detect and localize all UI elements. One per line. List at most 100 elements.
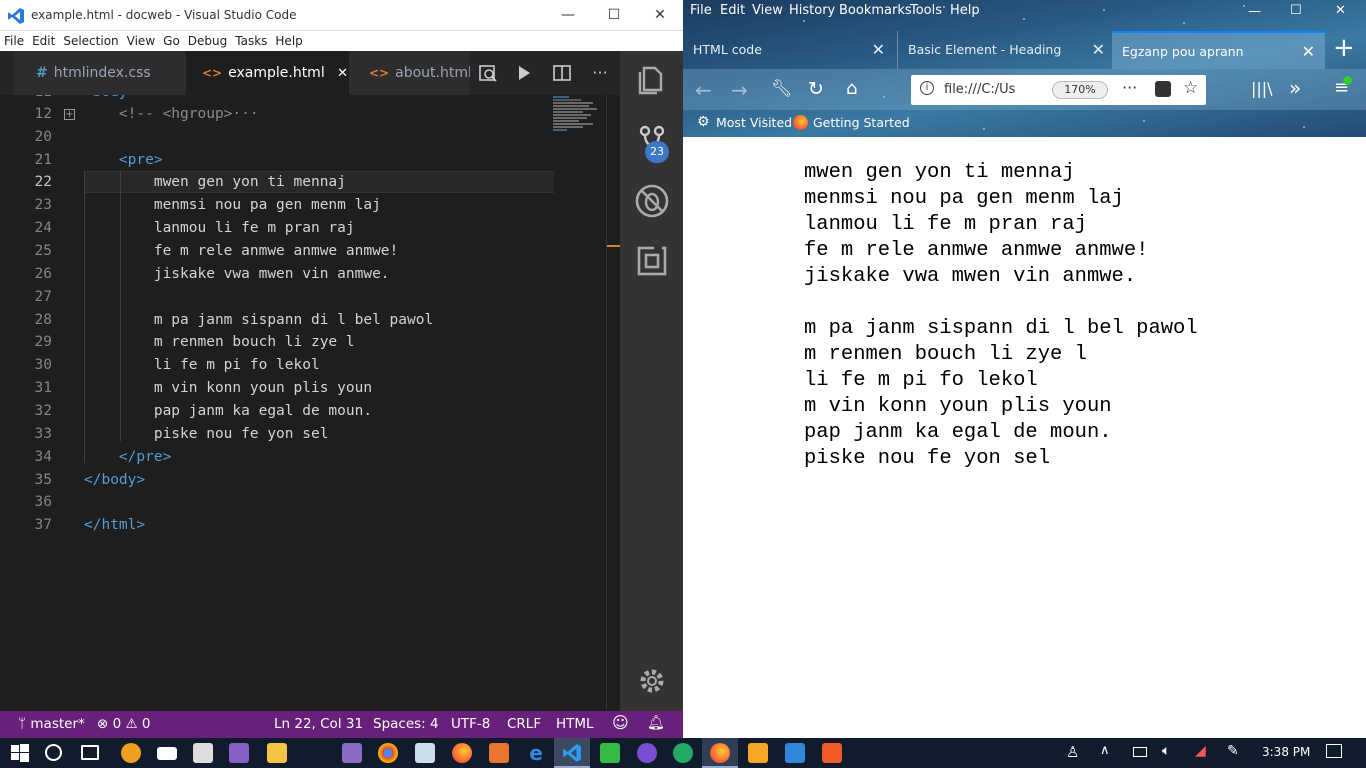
wrench-icon[interactable]: 🔧︎ <box>771 79 793 99</box>
menu-debug[interactable]: Debug <box>184 31 231 51</box>
home-icon[interactable]: ⌂ <box>846 78 857 99</box>
tab-about-html[interactable]: <> about.html <box>349 51 470 95</box>
extensions-icon[interactable] <box>632 241 672 281</box>
url-text[interactable]: file:///C:/Us <box>944 82 1015 97</box>
code-editor[interactable]: + 11 12 20 21 22 23 24 25 26 27 28 29 30… <box>0 95 620 710</box>
file-explorer-icon[interactable] <box>267 743 287 763</box>
windows-start-icon[interactable] <box>10 743 30 763</box>
vscode-taskbar-icon[interactable] <box>562 743 582 763</box>
system-clock[interactable]: 3:38 PM <box>1262 745 1310 759</box>
tab-close-icon[interactable]: ✕ <box>872 31 885 69</box>
indentation-status[interactable]: Spaces: 4 <box>373 716 439 732</box>
more-actions-icon[interactable]: ··· <box>590 63 610 83</box>
git-tool-icon[interactable] <box>600 743 620 763</box>
tab-close-icon[interactable]: ✕ <box>1302 33 1315 69</box>
tab-close-icon[interactable]: ✕ <box>337 66 348 81</box>
bookmark-star-icon[interactable]: ☆ <box>1183 78 1198 98</box>
chrome-icon[interactable] <box>378 743 398 763</box>
tab-close-icon[interactable]: ✕ <box>1092 31 1105 69</box>
menu-file[interactable]: File <box>0 31 28 51</box>
reader-icon[interactable] <box>785 743 805 763</box>
maximize-button[interactable]: ☐ <box>591 0 637 31</box>
cursor-position[interactable]: Ln 22, Col 31 <box>274 716 363 732</box>
problems-status[interactable]: ⊗ 0 ⚠ 0 <box>97 716 151 732</box>
ff-close-button[interactable]: ✕ <box>1335 3 1346 18</box>
back-arrow-icon[interactable]: ← <box>695 78 712 102</box>
ff-minimize-button[interactable]: — <box>1248 4 1261 19</box>
people-icon[interactable]: ♙ <box>1066 743 1079 761</box>
volume-icon[interactable]: 🔈︎ <box>1162 743 1170 759</box>
notepad-icon[interactable] <box>415 743 435 763</box>
jw-app-icon[interactable] <box>342 743 362 763</box>
menu-edit[interactable]: Edit <box>28 31 59 51</box>
site-info-icon[interactable]: i <box>920 81 934 95</box>
open-preview-icon[interactable] <box>478 63 498 83</box>
notifications-bell-icon[interactable]: 🔔︎ <box>647 715 665 731</box>
ff-maximize-button[interactable]: ☐ <box>1290 3 1302 18</box>
zoom-level[interactable]: 170% <box>1052 81 1108 99</box>
explorer-icon[interactable] <box>632 59 672 99</box>
show-hidden-icons-chevron[interactable]: ∧ <box>1100 743 1110 758</box>
menu-view[interactable]: View <box>123 31 159 51</box>
overflow-chevron-icon[interactable]: » <box>1289 76 1301 100</box>
network-icon[interactable]: ◢ <box>1195 743 1206 759</box>
feedback-smiley-icon[interactable]: ☺ <box>612 713 629 732</box>
pen-icon[interactable]: ✎ <box>1227 743 1239 759</box>
ff-tab-basic-element[interactable]: Basic Element - Heading ✕ <box>897 31 1111 69</box>
encoding-status[interactable]: UTF-8 <box>451 716 490 732</box>
fold-expand-icon[interactable]: + <box>64 109 75 120</box>
sublime-icon[interactable] <box>489 743 509 763</box>
menu-selection[interactable]: Selection <box>59 31 122 51</box>
page-actions-icon[interactable]: ··· <box>1122 78 1137 97</box>
tab-label: example.html <box>228 65 325 81</box>
url-bar[interactable]: i file:///C:/Us 170% ··· ☆ <box>911 75 1206 105</box>
run-icon[interactable] <box>514 63 534 83</box>
ff-menu-tools[interactable]: Tools <box>910 3 942 18</box>
action-center-icon[interactable] <box>1326 744 1342 758</box>
language-mode[interactable]: HTML <box>556 716 594 732</box>
tab-example-html[interactable]: <> example.html ✕ <box>186 51 349 95</box>
ff-menu-history[interactable]: History <box>789 3 835 18</box>
settings-gear-icon[interactable] <box>632 661 672 701</box>
new-tab-plus-icon[interactable]: + <box>1333 33 1355 63</box>
debug-icon[interactable] <box>632 181 672 221</box>
mail-icon[interactable] <box>157 747 177 760</box>
edge-icon[interactable]: e <box>526 743 546 763</box>
store-icon[interactable] <box>193 743 213 763</box>
eol-status[interactable]: CRLF <box>507 716 541 732</box>
xbox-icon[interactable] <box>673 743 693 763</box>
menu-go[interactable]: Go <box>159 31 184 51</box>
branch-status[interactable]: ᛘ master* <box>18 716 85 732</box>
pocket-icon[interactable] <box>1155 81 1171 97</box>
minimap[interactable] <box>553 95 605 155</box>
chrome-canary-icon[interactable] <box>121 743 141 763</box>
ff-menu-file[interactable]: File <box>690 3 712 18</box>
task-view-icon[interactable] <box>81 745 99 760</box>
bookmark-most-visited[interactable]: Most Visited <box>716 115 792 130</box>
cortana-search-icon[interactable] <box>45 744 62 761</box>
visual-studio-icon[interactable] <box>229 743 249 763</box>
ff-menu-view[interactable]: View <box>752 3 783 18</box>
battery-icon[interactable] <box>1133 747 1147 757</box>
firefox-window-icon[interactable] <box>710 743 730 763</box>
tab-htmlindex-css[interactable]: # htmlindex.css <box>14 51 186 95</box>
media-player-icon[interactable] <box>748 743 768 763</box>
app-icon[interactable] <box>637 743 657 763</box>
windows-taskbar: e ♙ ∧ 🔈︎ ◢ ✎ 3:38 PM <box>0 738 1366 768</box>
close-button[interactable]: ✕ <box>637 0 683 31</box>
ff-menu-bookmarks[interactable]: Bookmarks <box>839 3 912 18</box>
ff-tab-html-code[interactable]: HTML code ✕ <box>683 31 895 69</box>
minimize-button[interactable]: — <box>545 0 591 31</box>
ff-tab-egzanp-active[interactable]: Egzanp pou aprann ✕ <box>1112 31 1325 69</box>
reload-icon[interactable]: ↻ <box>808 78 824 100</box>
firefox-taskbar-icon[interactable] <box>452 743 472 763</box>
settings-app-icon[interactable] <box>822 743 842 763</box>
split-editor-icon[interactable] <box>552 63 572 83</box>
ff-menu-edit[interactable]: Edit <box>720 3 745 18</box>
menu-tasks[interactable]: Tasks <box>231 31 271 51</box>
bookmark-getting-started[interactable]: Getting Started <box>813 115 910 130</box>
ff-menu-help[interactable]: Help <box>950 3 980 18</box>
menu-help[interactable]: Help <box>271 31 306 51</box>
library-icon[interactable]: |||\ <box>1251 79 1273 98</box>
forward-arrow-icon[interactable]: → <box>731 78 748 102</box>
